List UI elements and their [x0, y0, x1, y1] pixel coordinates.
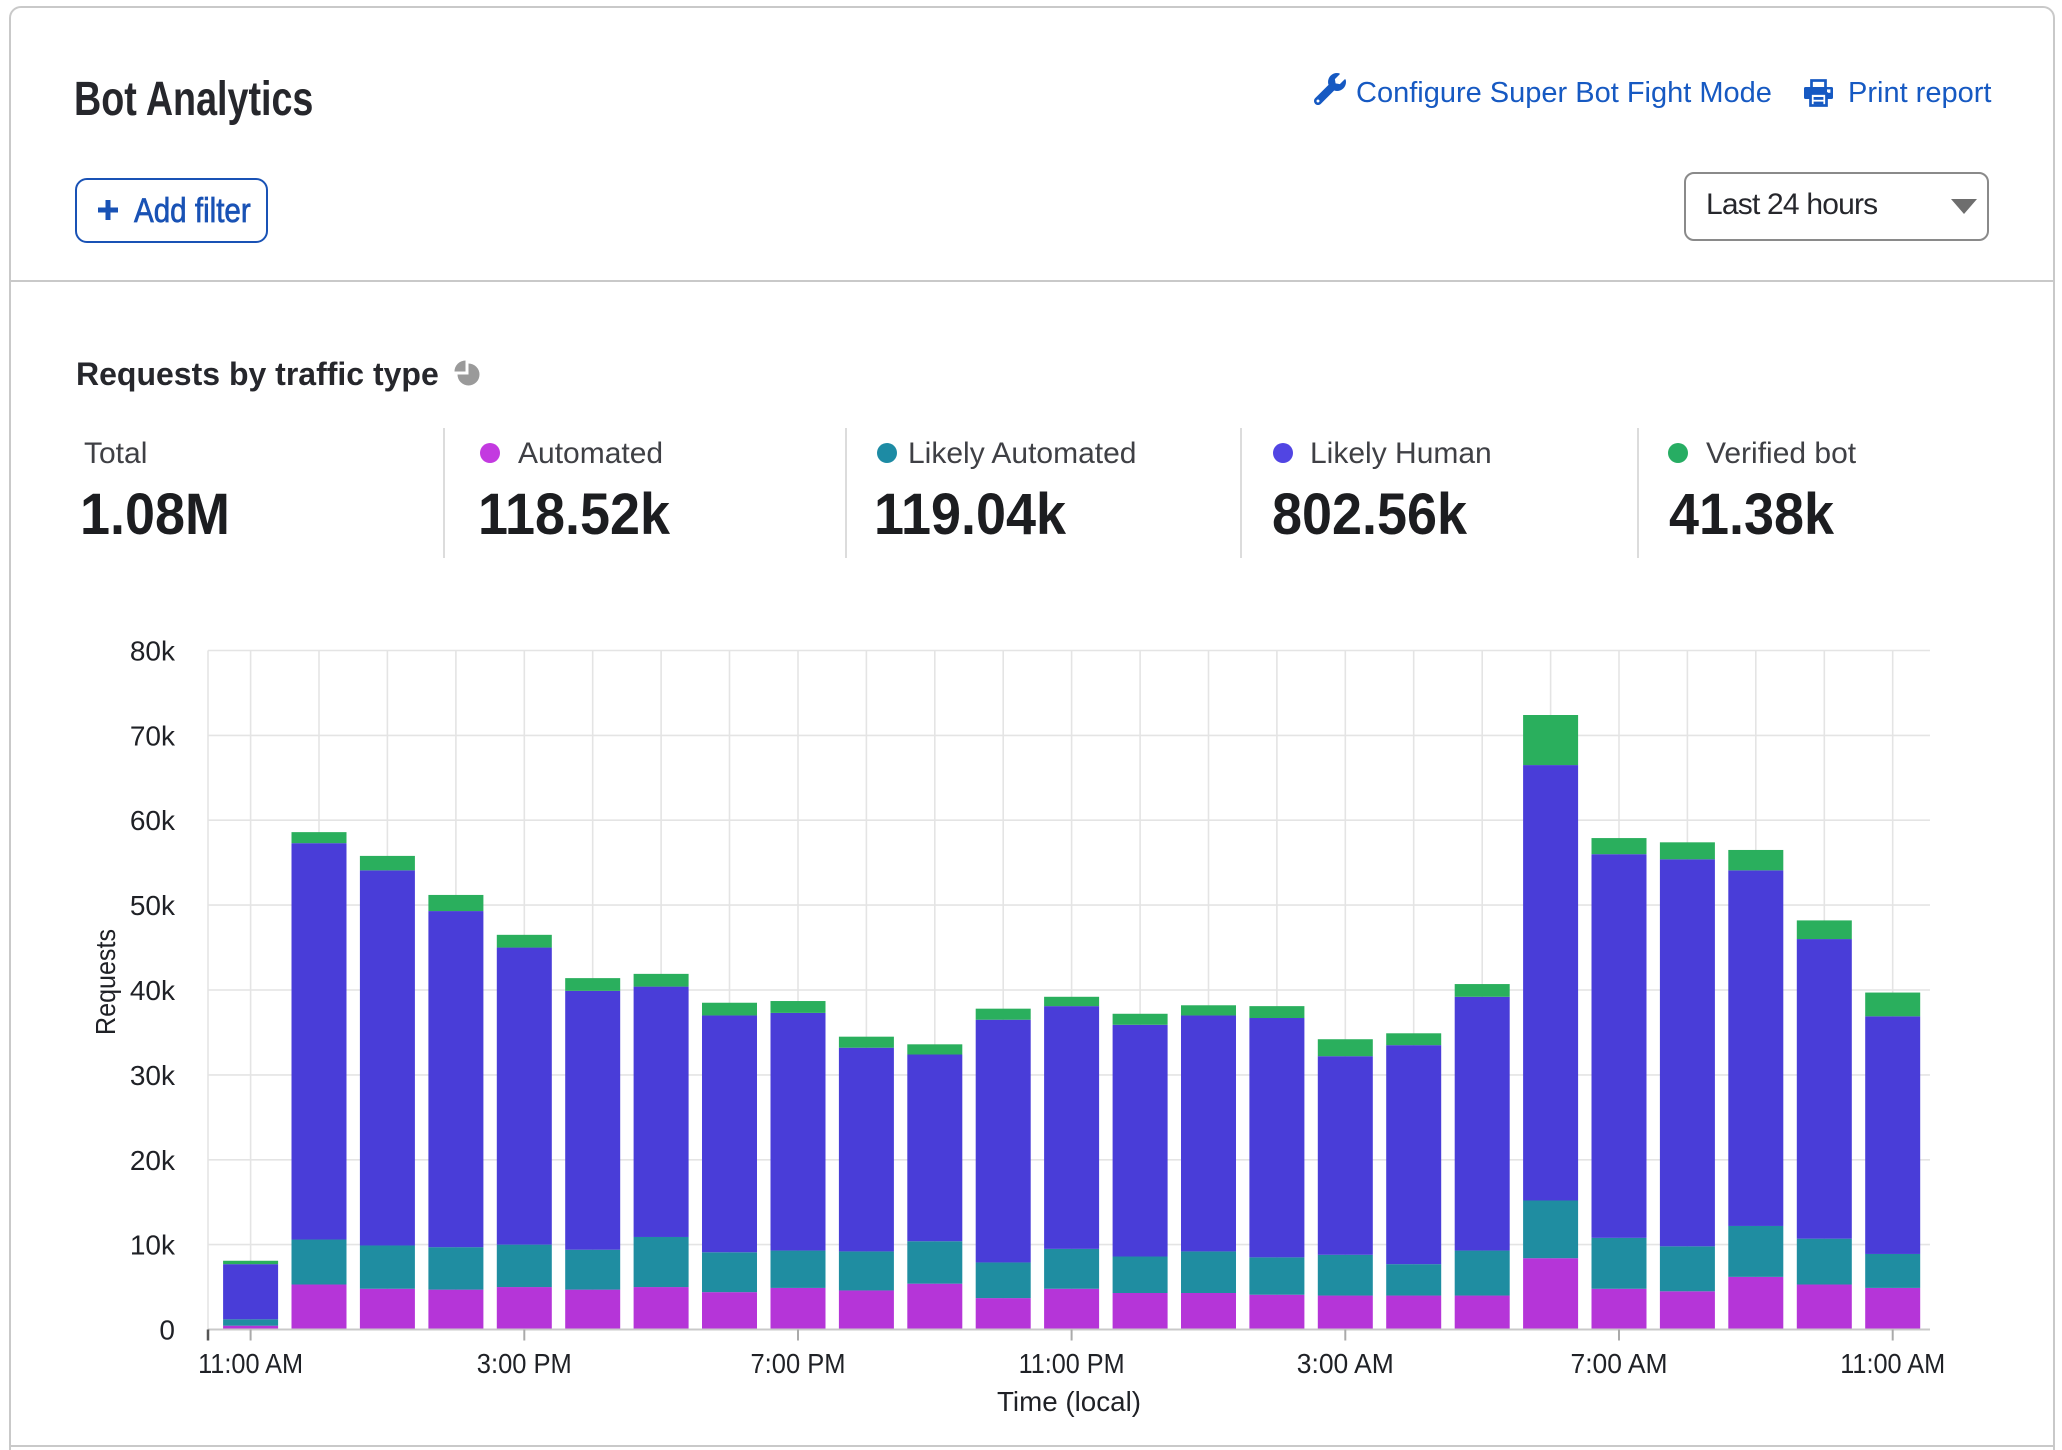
svg-text:50k: 50k: [130, 890, 176, 921]
svg-text:70k: 70k: [130, 720, 176, 751]
svg-text:7:00 AM: 7:00 AM: [1571, 1348, 1668, 1379]
svg-text:11:00 AM: 11:00 AM: [1840, 1348, 1945, 1379]
svg-text:3:00 AM: 3:00 AM: [1297, 1348, 1394, 1379]
svg-text:3:00 PM: 3:00 PM: [477, 1348, 572, 1379]
svg-text:11:00 AM: 11:00 AM: [198, 1348, 303, 1379]
svg-text:Requests: Requests: [90, 929, 121, 1035]
svg-text:7:00 PM: 7:00 PM: [751, 1348, 846, 1379]
svg-text:10k: 10k: [130, 1230, 176, 1261]
svg-text:Time (local): Time (local): [997, 1386, 1141, 1417]
svg-text:20k: 20k: [130, 1145, 176, 1176]
svg-text:40k: 40k: [130, 975, 176, 1006]
svg-text:11:00 PM: 11:00 PM: [1019, 1348, 1125, 1379]
svg-text:0: 0: [159, 1315, 175, 1346]
svg-text:30k: 30k: [130, 1060, 176, 1091]
svg-text:60k: 60k: [130, 805, 176, 836]
svg-text:80k: 80k: [130, 636, 176, 667]
